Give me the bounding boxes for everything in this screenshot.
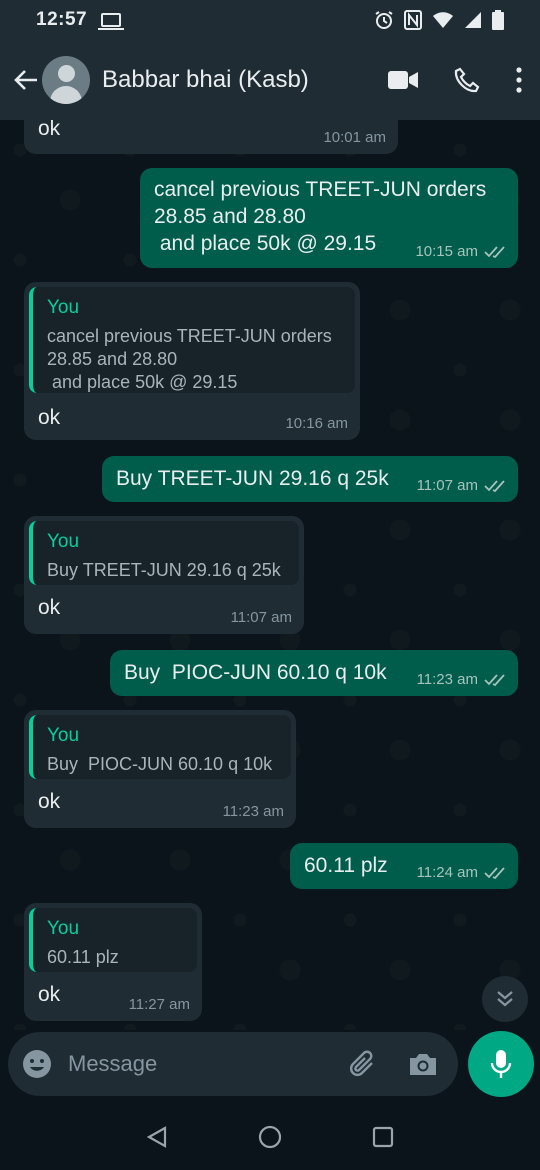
alarm-icon: [375, 11, 393, 29]
message-composer[interactable]: Message: [8, 1032, 458, 1096]
wifi-icon: [433, 12, 453, 28]
emoji-icon[interactable]: [22, 1049, 52, 1079]
more-options-icon[interactable]: [516, 67, 522, 93]
quote-text: Buy PIOC-JUN 60.10 q 10k: [47, 754, 273, 774]
message-incoming[interactable]: You Buy TREET-JUN 29.16 q 25k ok 11:07 a…: [24, 516, 304, 634]
message-time: 10:15 am: [415, 243, 506, 260]
message-outgoing[interactable]: Buy TREET-JUN 29.16 q 25k 11:07 am: [102, 456, 518, 502]
video-call-icon[interactable]: [388, 70, 418, 90]
voice-message-button[interactable]: [468, 1031, 534, 1097]
quote-author: You: [47, 297, 80, 318]
message-time: 11:07 am: [417, 477, 506, 494]
double-check-icon: [484, 245, 505, 258]
quote-author: You: [47, 918, 80, 939]
status-time: 12:57: [36, 9, 88, 30]
quoted-message[interactable]: You cancel previous TREET-JUN orders 28.…: [29, 287, 355, 393]
scroll-to-bottom-button[interactable]: [482, 976, 528, 1022]
status-icons: [374, 10, 504, 30]
message-text: 60.11 plz: [304, 854, 388, 877]
signal-icon: [465, 12, 481, 28]
back-arrow-icon[interactable]: [12, 66, 40, 94]
attachment-icon[interactable]: [348, 1049, 378, 1079]
header-actions: [388, 67, 522, 93]
message-text: Buy TREET-JUN 29.16 q 25k: [116, 467, 389, 490]
contact-name[interactable]: Babbar bhai (Kasb): [102, 66, 388, 94]
chat-header: Babbar bhai (Kasb): [0, 40, 540, 120]
double-chevron-down-icon: [497, 991, 513, 1007]
message-text: ok: [38, 120, 61, 140]
message-incoming[interactable]: ok 10:01 am: [24, 120, 398, 154]
message-incoming[interactable]: You cancel previous TREET-JUN orders 28.…: [24, 282, 360, 440]
message-text: ok: [38, 596, 61, 619]
system-navigation-bar: [0, 1104, 540, 1170]
message-time: 11:23 am: [417, 671, 506, 688]
message-text: Buy PIOC-JUN 60.10 q 10k: [124, 661, 387, 684]
chat-area[interactable]: ok 10:01 am cancel previous TREET-JUN or…: [0, 120, 540, 1030]
avatar[interactable]: [42, 56, 90, 104]
message-input[interactable]: Message: [68, 1051, 348, 1077]
double-check-icon: [484, 479, 505, 492]
message-time: 10:16 am: [285, 415, 348, 432]
microphone-icon: [490, 1050, 512, 1078]
message-text: ok: [38, 790, 61, 813]
nfc-icon: [404, 10, 422, 30]
phone-call-icon[interactable]: [454, 67, 480, 93]
battery-icon: [492, 10, 504, 30]
quote-author: You: [47, 725, 80, 746]
message-time: 11:23 am: [222, 803, 284, 820]
laptop-icon: [98, 13, 125, 30]
double-check-icon: [484, 866, 505, 879]
camera-icon[interactable]: [408, 1051, 438, 1077]
message-text: ok: [38, 983, 61, 1006]
message-outgoing[interactable]: cancel previous TREET-JUN orders 28.85 a…: [140, 168, 518, 268]
message-time: 11:07 am: [230, 609, 292, 626]
status-bar: 12:57: [0, 0, 540, 40]
quote-text: cancel previous TREET-JUN orders 28.85 a…: [47, 326, 332, 392]
message-incoming[interactable]: You Buy PIOC-JUN 60.10 q 10k ok 11:23 am: [24, 710, 296, 828]
quote-author: You: [47, 531, 80, 552]
message-text: ok: [38, 406, 61, 429]
nav-recents-icon[interactable]: [372, 1126, 394, 1148]
quoted-message[interactable]: You Buy TREET-JUN 29.16 q 25k: [29, 521, 299, 585]
message-outgoing[interactable]: 60.11 plz 11:24 am: [290, 843, 518, 889]
quoted-message[interactable]: You Buy PIOC-JUN 60.10 q 10k: [29, 715, 291, 779]
message-incoming[interactable]: You 60.11 plz ok 11:27 am: [24, 903, 202, 1021]
double-check-icon: [484, 673, 505, 686]
quote-text: Buy TREET-JUN 29.16 q 25k: [47, 560, 281, 580]
nav-back-icon[interactable]: [146, 1126, 168, 1148]
message-time: 10:01 am: [323, 129, 386, 146]
message-time: 11:24 am: [417, 864, 506, 881]
message-outgoing[interactable]: Buy PIOC-JUN 60.10 q 10k 11:23 am: [110, 650, 518, 696]
message-time: 11:27 am: [128, 996, 190, 1013]
nav-home-icon[interactable]: [258, 1125, 282, 1149]
quote-text: 60.11 plz: [47, 947, 119, 967]
quoted-message[interactable]: You 60.11 plz: [29, 908, 197, 972]
composer-actions: [348, 1049, 438, 1079]
